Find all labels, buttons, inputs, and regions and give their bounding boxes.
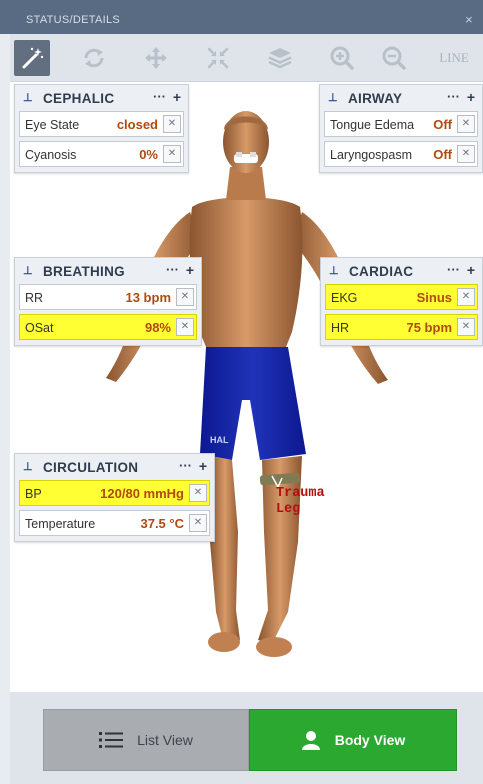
remove-icon[interactable]: ✕ xyxy=(457,145,475,163)
add-icon[interactable]: + xyxy=(186,262,194,278)
more-icon[interactable]: ··· xyxy=(153,89,166,104)
row-label: Eye State xyxy=(25,118,80,132)
row-tongue-edema[interactable]: Tongue Edema Off ✕ xyxy=(324,111,478,137)
row-value: 13 bpm xyxy=(125,290,171,305)
magic-wand-icon[interactable] xyxy=(14,40,50,76)
panel-header: ⊥ CIRCULATION ··· + xyxy=(15,454,214,480)
row-hr[interactable]: HR 75 bpm ✕ xyxy=(325,314,478,340)
row-temperature[interactable]: Temperature 37.5 °C ✕ xyxy=(19,510,210,536)
panel-title: AIRWAY xyxy=(348,91,403,106)
remove-icon[interactable]: ✕ xyxy=(163,115,181,133)
row-value: closed xyxy=(116,117,158,132)
collapse-icon[interactable] xyxy=(200,40,236,76)
row-label: BP xyxy=(25,487,42,501)
shorts-logo: HAL xyxy=(210,435,229,445)
row-cyanosis[interactable]: Cyanosis 0% ✕ xyxy=(19,141,184,167)
row-label: Tongue Edema xyxy=(330,118,415,132)
row-value: 75 bpm xyxy=(406,320,452,335)
panel-cephalic: ⊥ CEPHALIC ··· + Eye State closed ✕ Cyan… xyxy=(14,84,189,173)
row-bp[interactable]: BP 120/80 mmHg ✕ xyxy=(19,480,210,506)
remove-icon[interactable]: ✕ xyxy=(189,514,207,532)
row-label: Laryngospasm xyxy=(330,148,412,162)
row-value: 98% xyxy=(144,320,171,335)
view-switcher: List View Body View xyxy=(10,692,483,784)
close-icon[interactable]: × xyxy=(465,12,473,27)
row-value: Off xyxy=(433,147,452,162)
window-title: STATUS/DETAILS xyxy=(26,14,121,26)
list-icon xyxy=(99,731,124,749)
panel-breathing: ⊥ BREATHING ··· + RR 13 bpm ✕ OSat 98% ✕ xyxy=(14,257,202,346)
row-ekg[interactable]: EKG Sinus ✕ xyxy=(325,284,478,310)
panel-header: ⊥ CARDIAC ··· + xyxy=(321,258,482,284)
row-value: Off xyxy=(433,117,452,132)
pin-icon[interactable]: ⊥ xyxy=(23,91,33,104)
row-label: Temperature xyxy=(25,517,96,531)
body-scene[interactable]: HAL Trauma Leg ⊥ CEPHALIC ··· + Eye Stat… xyxy=(10,82,483,692)
remove-icon[interactable]: ✕ xyxy=(189,484,207,502)
row-label: OSat xyxy=(25,321,54,335)
row-eye-state[interactable]: Eye State closed ✕ xyxy=(19,111,184,137)
remove-icon[interactable]: ✕ xyxy=(457,288,475,306)
remove-icon[interactable]: ✕ xyxy=(457,318,475,336)
row-value: 0% xyxy=(139,147,158,162)
row-laryngospasm[interactable]: Laryngospasm Off ✕ xyxy=(324,141,478,167)
panel-title: BREATHING xyxy=(43,264,125,279)
panel-title: CARDIAC xyxy=(349,264,414,279)
pin-icon[interactable]: ⊥ xyxy=(328,91,338,104)
rotate-icon[interactable] xyxy=(76,40,112,76)
panel-airway: ⊥ AIRWAY ··· + Tongue Edema Off ✕ Laryng… xyxy=(319,84,483,173)
row-label: Cyanosis xyxy=(25,148,77,162)
line-tool-label: LINE xyxy=(439,50,469,65)
pin-icon[interactable]: ⊥ xyxy=(23,264,33,277)
pin-icon[interactable]: ⊥ xyxy=(23,460,33,473)
panel-circulation: ⊥ CIRCULATION ··· + BP 120/80 mmHg ✕ Tem… xyxy=(14,453,215,542)
add-icon[interactable]: + xyxy=(199,458,207,474)
add-icon[interactable]: + xyxy=(467,89,475,105)
more-icon[interactable]: ··· xyxy=(447,89,460,104)
list-view-button[interactable]: List View xyxy=(43,709,249,771)
zoom-in-icon[interactable] xyxy=(324,40,360,76)
panel-header: ⊥ CEPHALIC ··· + xyxy=(15,85,188,111)
trauma-leg-label[interactable]: Trauma Leg xyxy=(276,486,325,518)
remove-icon[interactable]: ✕ xyxy=(457,115,475,133)
row-osat[interactable]: OSat 98% ✕ xyxy=(19,314,197,340)
body-view-label: Body View xyxy=(334,732,406,748)
user-icon xyxy=(301,730,321,750)
remove-icon[interactable]: ✕ xyxy=(176,318,194,336)
row-value: Sinus xyxy=(416,290,452,305)
panel-cardiac: ⊥ CARDIAC ··· + EKG Sinus ✕ HR 75 bpm ✕ xyxy=(320,257,483,346)
more-icon[interactable]: ··· xyxy=(447,262,460,277)
layers-icon[interactable] xyxy=(262,40,298,76)
line-tool-button[interactable]: LINE xyxy=(432,40,476,76)
remove-icon[interactable]: ✕ xyxy=(176,288,194,306)
more-icon[interactable]: ··· xyxy=(179,458,192,473)
more-icon[interactable]: ··· xyxy=(166,262,179,277)
pin-icon[interactable]: ⊥ xyxy=(329,264,339,277)
body-view-button[interactable]: Body View xyxy=(249,709,457,771)
row-value: 37.5 °C xyxy=(140,516,184,531)
row-label: EKG xyxy=(331,291,358,305)
row-label: RR xyxy=(25,291,44,305)
patient-body-figure[interactable] xyxy=(10,82,483,692)
panel-title: CEPHALIC xyxy=(43,91,115,106)
panel-header: ⊥ BREATHING ··· + xyxy=(15,258,201,284)
row-value: 120/80 mmHg xyxy=(100,486,184,501)
move-icon[interactable] xyxy=(138,40,174,76)
toolbar: LINE xyxy=(10,34,483,82)
panel-header: ⊥ AIRWAY ··· + xyxy=(320,85,482,111)
list-view-label: List View xyxy=(137,732,193,748)
remove-icon[interactable]: ✕ xyxy=(163,145,181,163)
title-bar: STATUS/DETAILS × xyxy=(0,0,483,34)
add-icon[interactable]: + xyxy=(467,262,475,278)
zoom-out-icon[interactable] xyxy=(376,40,412,76)
row-rr[interactable]: RR 13 bpm ✕ xyxy=(19,284,197,310)
trauma-label-line2: Leg xyxy=(276,502,301,517)
row-label: HR xyxy=(331,321,350,335)
add-icon[interactable]: + xyxy=(173,89,181,105)
panel-title: CIRCULATION xyxy=(43,460,139,475)
trauma-label-line1: Trauma xyxy=(276,486,325,501)
